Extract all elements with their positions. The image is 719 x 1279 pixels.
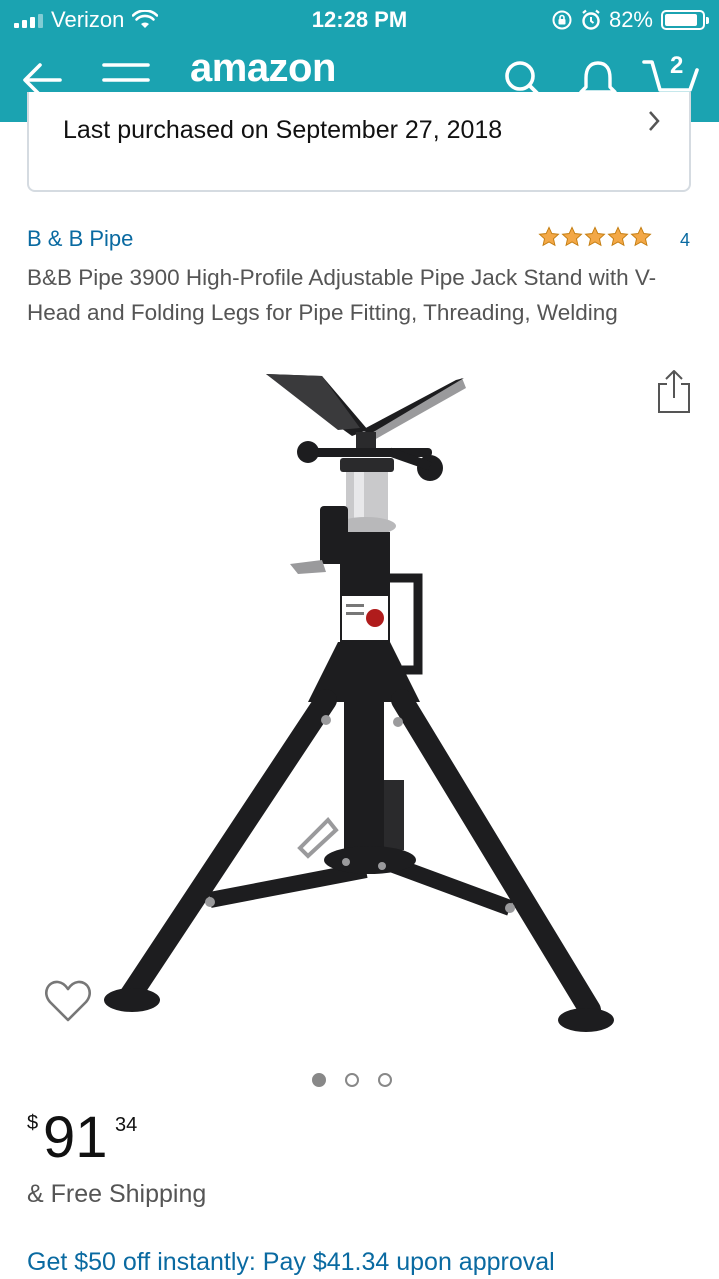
star-icon bbox=[561, 226, 583, 247]
price-whole: 91 bbox=[43, 1105, 108, 1170]
star-icon bbox=[630, 226, 652, 247]
status-right: 82% bbox=[551, 7, 709, 33]
chevron-right-icon bbox=[647, 110, 661, 139]
price-currency: $ bbox=[27, 1112, 39, 1134]
rating-count[interactable]: 4 bbox=[680, 230, 690, 251]
amazon-logo[interactable]: amazon bbox=[190, 46, 336, 91]
carousel-dot[interactable] bbox=[345, 1073, 359, 1087]
battery-percent: 82% bbox=[608, 7, 653, 32]
price-fraction: 34 bbox=[115, 1114, 138, 1136]
promo-link[interactable]: Get $50 off instantly: Pay $41.34 upon a… bbox=[27, 1248, 555, 1277]
star-icon bbox=[538, 226, 560, 247]
product-image[interactable] bbox=[90, 360, 650, 1050]
last-purchased-banner[interactable]: Last purchased on September 27, 2018 bbox=[27, 92, 691, 192]
star-icon bbox=[584, 226, 606, 247]
last-purchased-text: Last purchased on September 27, 2018 bbox=[63, 116, 503, 144]
status-bar: Verizon 12:28 PM 82% bbox=[0, 0, 719, 40]
rotation-lock-icon bbox=[552, 10, 572, 30]
shipping-text: & Free Shipping bbox=[27, 1180, 207, 1208]
star-rating[interactable] bbox=[538, 226, 652, 248]
star-icon bbox=[607, 226, 629, 247]
cart-count: 2 bbox=[670, 52, 684, 79]
share-icon[interactable] bbox=[656, 368, 692, 414]
image-carousel-indicator[interactable] bbox=[312, 1073, 392, 1087]
carousel-dot[interactable] bbox=[312, 1073, 326, 1087]
heart-icon[interactable] bbox=[44, 978, 92, 1024]
battery-icon bbox=[661, 10, 709, 30]
brand-link[interactable]: B & B Pipe bbox=[27, 226, 133, 252]
carousel-dot[interactable] bbox=[378, 1073, 392, 1087]
product-title: B&B Pipe 3900 High-Profile Adjustable Pi… bbox=[27, 265, 657, 325]
alarm-icon bbox=[582, 9, 600, 30]
